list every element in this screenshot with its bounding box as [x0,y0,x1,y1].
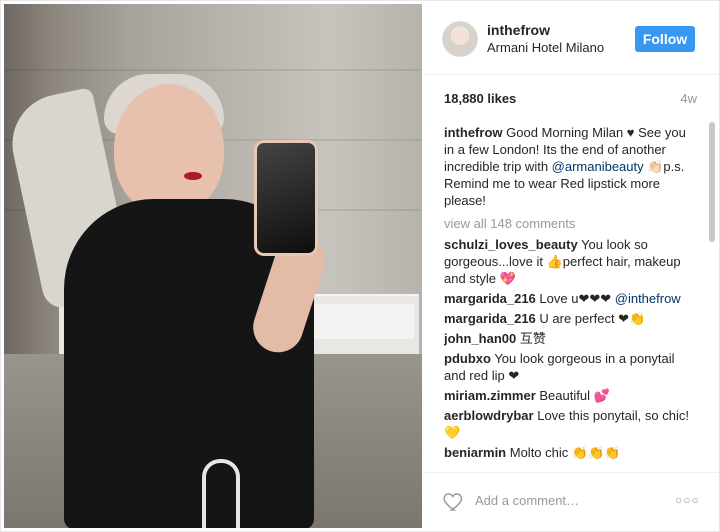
comment-username[interactable]: beniarmin [444,445,506,460]
comment-text: Molto chic 👏👏👏 [509,445,621,460]
add-comment-input[interactable]: Add a comment… [475,493,579,508]
comment-item: pdubxo You look gorgeous in a ponytail a… [444,350,692,384]
post-photo[interactable] [4,4,422,528]
post-footer: Add a comment… ○○○ [424,472,719,532]
comments-scrollbar[interactable] [709,122,715,242]
phone [254,140,318,256]
comment-text: U are perfect ❤👏 [539,311,646,326]
avatar[interactable] [442,21,478,57]
comment-item: schulzi_loves_beauty You look so gorgeou… [444,236,692,287]
comment-item: miriam.zimmer Beautiful 💕 [444,387,692,404]
comment-item: margarida_216 Love u❤❤❤ @inthefrow [444,290,692,307]
more-options-icon[interactable]: ○○○ [675,493,700,507]
post-header: inthefrow Armani Hotel Milano Follow [424,2,719,75]
username-link[interactable]: inthefrow [487,22,550,38]
comment-item: john_han00 互赞 [444,330,692,347]
comment-username[interactable]: margarida_216 [444,291,536,306]
red-lips [184,172,202,180]
follow-button[interactable]: Follow [635,26,695,52]
comment-item: beniarmin Molto chic 👏👏👏 [444,444,692,461]
comment-item: aerblowdrybar Love this ponytail, so chi… [444,407,692,441]
comment-item: margarida_216 U are perfect ❤👏 [444,310,692,327]
post-age[interactable]: 4w [680,91,697,106]
location-link[interactable]: Armani Hotel Milano [487,40,604,55]
heart-icon[interactable] [442,489,466,513]
caption-mention[interactable]: @armanibeauty [552,159,644,174]
tap-handle [202,459,240,528]
comment-username[interactable]: john_han00 [444,331,516,346]
comment-text: Beautiful 💕 [539,388,610,403]
instagram-post: inthefrow Armani Hotel Milano Follow 18,… [0,0,720,532]
bathtub-edge [304,304,414,339]
view-all-comments-link[interactable]: view all 148 comments [444,215,692,232]
comment-username[interactable]: miriam.zimmer [444,388,536,403]
post-sidebar: inthefrow Armani Hotel Milano Follow 18,… [424,2,719,531]
likes-count[interactable]: 18,880 likes [444,91,516,106]
comment-username[interactable]: margarida_216 [444,311,536,326]
wall-tile-line [4,69,422,71]
caption-username[interactable]: inthefrow [444,125,503,140]
comment-username[interactable]: schulzi_loves_beauty [444,237,578,252]
caption: inthefrow Good Morning Milan ♥ See you i… [444,124,692,209]
comment-username[interactable]: pdubxo [444,351,491,366]
face [114,84,224,214]
comment-mention[interactable]: @inthefrow [615,291,681,306]
comment-username[interactable]: aerblowdrybar [444,408,534,423]
comment-text: Love u❤❤❤ [539,291,612,306]
comment-text: 互赞 [519,331,546,346]
comments-list: inthefrow Good Morning Milan ♥ See you i… [444,124,692,474]
